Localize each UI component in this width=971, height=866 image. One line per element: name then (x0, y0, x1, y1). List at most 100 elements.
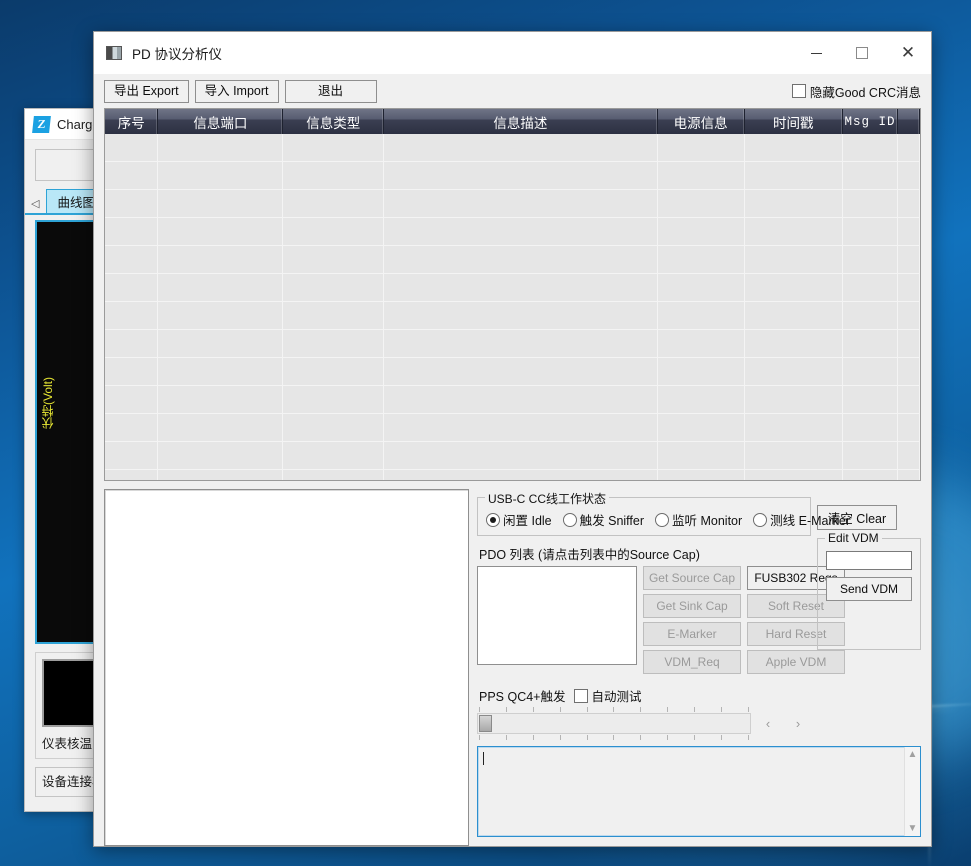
table-cell[interactable] (658, 414, 745, 441)
table-row[interactable] (105, 302, 920, 330)
table-row[interactable] (105, 274, 920, 302)
table-cell[interactable] (384, 470, 657, 481)
send-vdm-button[interactable]: Send VDM (826, 577, 912, 601)
table-cell[interactable] (843, 442, 898, 469)
table-cell[interactable] (745, 162, 843, 189)
table-cell[interactable] (105, 274, 158, 301)
table-cell[interactable] (158, 470, 283, 481)
log-textarea[interactable]: ▲ ▼ (477, 746, 921, 837)
table-cell[interactable] (158, 302, 283, 329)
table-cell[interactable] (105, 442, 158, 469)
e-marker-button[interactable]: E-Marker (643, 622, 741, 646)
table-cell[interactable] (283, 470, 384, 481)
table-cell[interactable] (745, 190, 843, 217)
table-cell[interactable] (105, 358, 158, 385)
exit-button[interactable]: 退出 (285, 80, 377, 103)
table-cell[interactable] (843, 386, 898, 413)
table-cell[interactable] (843, 246, 898, 273)
pps-slider[interactable] (477, 707, 751, 740)
table-cell[interactable] (283, 134, 384, 161)
table-cell[interactable] (898, 358, 920, 385)
slider-track[interactable] (477, 713, 751, 734)
table-cell[interactable] (283, 358, 384, 385)
table-cell[interactable] (384, 162, 657, 189)
table-cell[interactable] (658, 246, 745, 273)
table-cell[interactable] (658, 274, 745, 301)
table-cell[interactable] (384, 358, 657, 385)
table-header-cell[interactable]: 信息类型 (283, 109, 384, 134)
table-cell[interactable] (283, 246, 384, 273)
table-row[interactable] (105, 190, 920, 218)
export-button[interactable]: 导出 Export (104, 80, 189, 103)
table-cell[interactable] (105, 470, 158, 481)
table-cell[interactable] (898, 386, 920, 413)
table-cell[interactable] (283, 162, 384, 189)
table-cell[interactable] (658, 218, 745, 245)
table-cell[interactable] (105, 386, 158, 413)
pd-analyzer-window[interactable]: PD 协议分析仪 ✕ 导出 Export 导入 Import 退出 隐藏Good… (93, 31, 932, 847)
pd-window-titlebar[interactable]: PD 协议分析仪 ✕ (94, 32, 931, 74)
table-header-cell[interactable]: 信息端口 (158, 109, 283, 134)
message-table-body[interactable] (105, 134, 920, 480)
table-cell[interactable] (843, 218, 898, 245)
table-cell[interactable] (283, 386, 384, 413)
table-cell[interactable] (843, 470, 898, 481)
table-cell[interactable] (105, 330, 158, 357)
table-cell[interactable] (898, 162, 920, 189)
table-cell[interactable] (384, 386, 657, 413)
get-source-cap-button[interactable]: Get Source Cap (643, 566, 741, 590)
table-cell[interactable] (283, 414, 384, 441)
slider-prev-button[interactable]: ‹ (755, 714, 781, 733)
table-cell[interactable] (843, 330, 898, 357)
pdo-detail-panel[interactable] (104, 489, 469, 846)
vdm-input[interactable] (826, 551, 912, 570)
table-header-cell[interactable]: 时间戳 (745, 109, 843, 134)
radio-idle[interactable]: 闲置 Idle (486, 510, 552, 529)
table-cell[interactable] (745, 218, 843, 245)
table-cell[interactable] (158, 134, 283, 161)
table-cell[interactable] (843, 134, 898, 161)
scroll-down-icon[interactable]: ▼ (908, 823, 918, 834)
table-cell[interactable] (658, 134, 745, 161)
table-cell[interactable] (745, 246, 843, 273)
table-cell[interactable] (898, 190, 920, 217)
table-cell[interactable] (745, 386, 843, 413)
table-cell[interactable] (843, 274, 898, 301)
table-row[interactable] (105, 218, 920, 246)
table-cell[interactable] (384, 274, 657, 301)
import-button[interactable]: 导入 Import (195, 80, 279, 103)
table-cell[interactable] (384, 246, 657, 273)
slider-next-button[interactable]: › (785, 714, 811, 733)
table-cell[interactable] (658, 162, 745, 189)
table-cell[interactable] (158, 190, 283, 217)
table-cell[interactable] (658, 190, 745, 217)
table-cell[interactable] (843, 358, 898, 385)
table-header-cell[interactable]: 信息描述 (384, 109, 657, 134)
table-cell[interactable] (105, 246, 158, 273)
log-text-content[interactable] (478, 747, 904, 836)
table-cell[interactable] (384, 330, 657, 357)
table-cell[interactable] (898, 246, 920, 273)
table-cell[interactable] (898, 442, 920, 469)
table-cell[interactable] (105, 134, 158, 161)
table-cell[interactable] (158, 330, 283, 357)
table-row[interactable] (105, 330, 920, 358)
table-cell[interactable] (843, 414, 898, 441)
table-row[interactable] (105, 414, 920, 442)
vdm-req-button[interactable]: VDM_Req (643, 650, 741, 674)
table-cell[interactable] (843, 190, 898, 217)
table-cell[interactable] (745, 442, 843, 469)
table-cell[interactable] (898, 302, 920, 329)
table-cell[interactable] (105, 218, 158, 245)
table-row[interactable] (105, 358, 920, 386)
minimize-button[interactable] (793, 32, 839, 74)
table-cell[interactable] (384, 190, 657, 217)
table-cell[interactable] (658, 302, 745, 329)
table-cell[interactable] (105, 190, 158, 217)
table-cell[interactable] (658, 358, 745, 385)
radio-monitor[interactable]: 监听 Monitor (655, 510, 742, 529)
tab-scroll-left-icon[interactable]: ◁ (29, 197, 43, 213)
table-cell[interactable] (283, 218, 384, 245)
slider-thumb[interactable] (479, 715, 492, 732)
table-cell[interactable] (898, 134, 920, 161)
